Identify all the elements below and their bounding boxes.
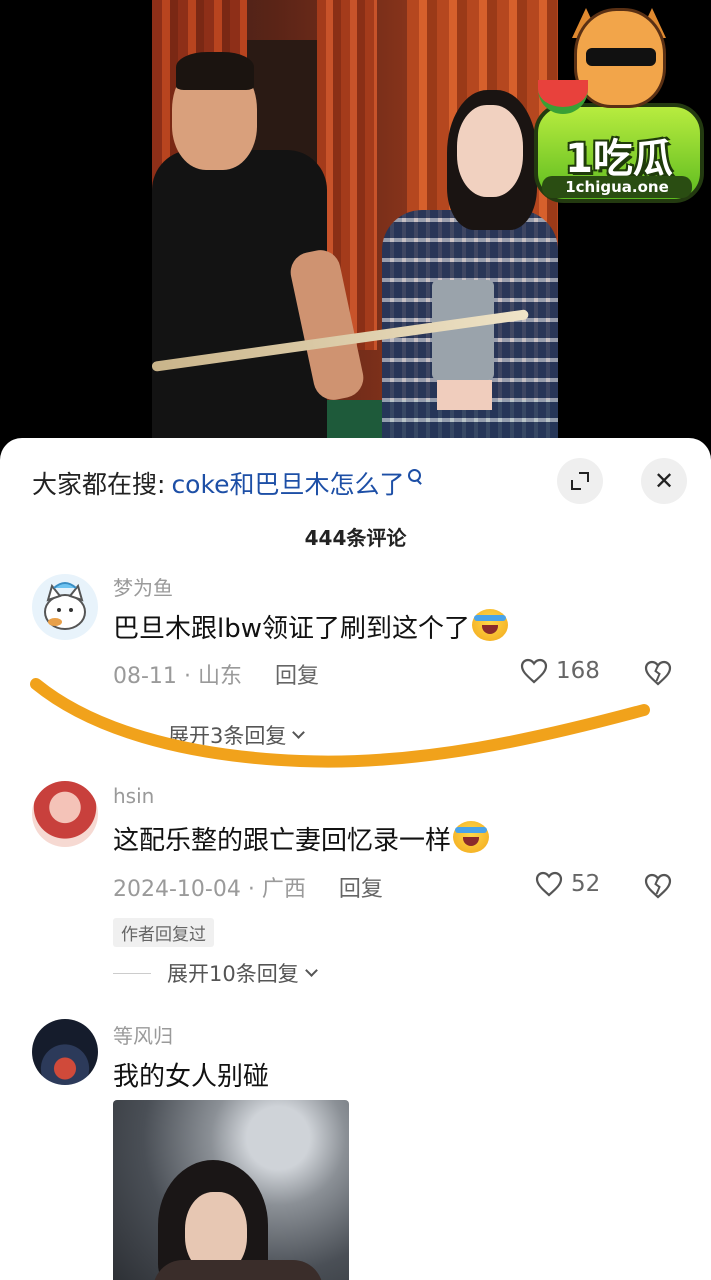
close-icon: ✕ xyxy=(653,467,675,495)
separator-dot: · xyxy=(247,877,262,902)
comment-text-content: 巴旦木跟lbw领证了刷到这个了 xyxy=(113,614,470,644)
separator-dot: · xyxy=(183,664,198,689)
watermark-logo: 1吃瓜 1chigua.one xyxy=(534,8,704,208)
like-button[interactable]: 168 xyxy=(520,658,600,684)
dislike-icon[interactable] xyxy=(643,872,673,900)
woman-face xyxy=(457,105,523,197)
expand-replies-button[interactable]: 展开10条回复 xyxy=(113,958,318,988)
laugh-cry-emoji xyxy=(453,821,490,853)
divider-dash xyxy=(113,972,151,974)
orange-underline-annotation xyxy=(30,678,650,768)
comment-location: 山东 xyxy=(197,664,242,689)
chevron-down-icon xyxy=(292,725,306,739)
comment-date: 2024-10-04 xyxy=(113,877,241,902)
search-icon xyxy=(408,469,422,483)
comment-text: 巴旦木跟lbw领证了刷到这个了 xyxy=(113,608,508,645)
expand-button[interactable] xyxy=(557,458,603,504)
comment-meta: 08-11 · 山东 回复 xyxy=(113,658,319,690)
image-armor xyxy=(153,1260,323,1280)
like-button[interactable]: 52 xyxy=(535,871,600,897)
laugh-cry-emoji xyxy=(472,609,508,641)
trending-search-label: 大家都在搜: xyxy=(32,470,166,499)
avatar[interactable] xyxy=(32,781,98,847)
reply-button[interactable]: 回复 xyxy=(275,664,319,689)
comment-username[interactable]: 等风归 xyxy=(113,1020,173,1049)
like-count: 52 xyxy=(571,871,601,897)
man-hair xyxy=(176,52,254,90)
comment-image[interactable] xyxy=(113,1100,349,1280)
heart-icon xyxy=(535,871,563,897)
comment-text: 这配乐整的跟亡妻回忆录一样 xyxy=(113,820,490,857)
author-replied-badge: 作者回复过 xyxy=(113,918,214,947)
comment-text-content: 这配乐整的跟亡妻回忆录一样 xyxy=(113,826,452,856)
logo-sunglasses xyxy=(586,48,656,66)
video-player[interactable]: 1吃瓜 1chigua.one xyxy=(0,0,711,450)
expand-replies-label: 展开3条回复 xyxy=(168,724,287,748)
logo-url: 1chigua.one xyxy=(542,176,692,198)
avatar[interactable] xyxy=(32,1019,98,1085)
chevron-down-icon xyxy=(304,963,318,977)
comment-username[interactable]: hsin xyxy=(113,784,154,808)
expand-replies-button[interactable]: 展开3条回复 xyxy=(168,720,306,750)
woman-waist xyxy=(437,380,492,410)
cat-avatar-icon xyxy=(44,582,86,630)
like-count: 168 xyxy=(556,658,600,684)
comment-username[interactable]: 梦为鱼 xyxy=(113,572,173,601)
heart-icon xyxy=(520,658,548,684)
dislike-icon[interactable] xyxy=(643,659,673,687)
expand-icon xyxy=(571,472,589,490)
avatar[interactable] xyxy=(32,574,98,640)
video-frame xyxy=(152,0,558,450)
comment-date: 08-11 xyxy=(113,664,177,689)
comment-meta: 2024-10-04 · 广西 回复 xyxy=(113,871,383,903)
comment-count: 444条评论 xyxy=(304,526,407,550)
close-button[interactable]: ✕ xyxy=(641,458,687,504)
comment-location: 广西 xyxy=(261,877,306,902)
reply-button[interactable]: 回复 xyxy=(339,877,383,902)
comment-panel: 大家都在搜: coke和巴旦木怎么了 ✕ 444条评论 梦为鱼 巴旦木跟lbw领… xyxy=(0,438,711,1280)
comment-text: 我的女人别碰 xyxy=(113,1062,270,1092)
trending-search[interactable]: 大家都在搜: coke和巴旦木怎么了 xyxy=(32,466,422,500)
trending-search-query[interactable]: coke和巴旦木怎么了 xyxy=(171,465,404,501)
expand-replies-label: 展开10条回复 xyxy=(167,962,299,986)
